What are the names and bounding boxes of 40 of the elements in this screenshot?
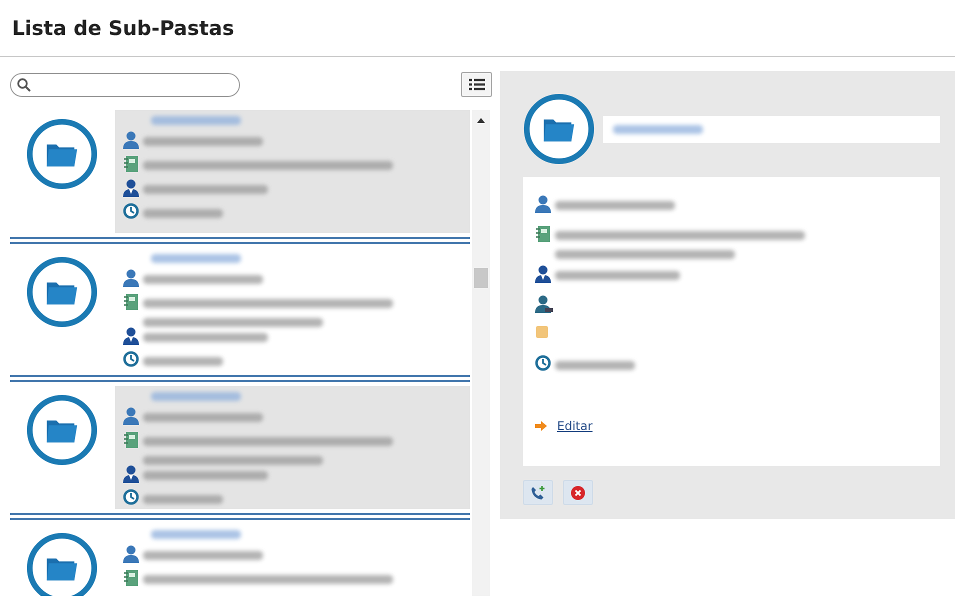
folder-list-item[interactable] xyxy=(115,386,470,509)
person-icon xyxy=(123,407,139,425)
businessman-icon xyxy=(123,465,139,483)
folder-circle-icon xyxy=(26,256,98,328)
notebook-icon xyxy=(535,225,551,243)
notebook-icon xyxy=(123,569,139,587)
call-button[interactable] xyxy=(523,480,553,505)
page-title: Lista de Sub-Pastas xyxy=(11,15,236,40)
clock-icon xyxy=(123,489,139,505)
user-card-icon xyxy=(535,295,553,313)
close-icon xyxy=(571,486,585,500)
person-icon xyxy=(123,545,139,563)
list-view-button[interactable] xyxy=(461,72,492,97)
search-field[interactable] xyxy=(10,72,240,96)
phone-plus-icon xyxy=(530,484,546,500)
businessman-icon xyxy=(123,179,139,197)
search-icon xyxy=(17,78,31,92)
clock-icon xyxy=(123,203,139,219)
scrollbar[interactable] xyxy=(472,110,490,596)
notebook-icon xyxy=(123,155,139,173)
scroll-up-arrow-icon xyxy=(477,118,485,123)
edit-link[interactable]: Editar xyxy=(557,419,593,433)
notebook-icon xyxy=(123,431,139,449)
clock-icon xyxy=(535,355,551,371)
person-icon xyxy=(535,195,551,213)
folder-circle-icon xyxy=(26,394,98,466)
arrow-right-icon xyxy=(535,421,547,431)
list-icon xyxy=(468,78,484,91)
delete-button[interactable] xyxy=(563,480,593,505)
notebook-icon xyxy=(123,293,139,311)
scrollbar-thumb[interactable] xyxy=(474,268,488,288)
folder-circle-icon xyxy=(523,93,595,165)
folder-list-item[interactable] xyxy=(115,110,470,233)
person-icon xyxy=(123,269,139,287)
person-icon xyxy=(123,131,139,149)
clock-icon xyxy=(123,351,139,367)
note-icon xyxy=(535,325,549,339)
businessman-icon xyxy=(535,265,551,283)
folder-circle-icon xyxy=(26,118,98,190)
businessman-icon xyxy=(123,327,139,345)
